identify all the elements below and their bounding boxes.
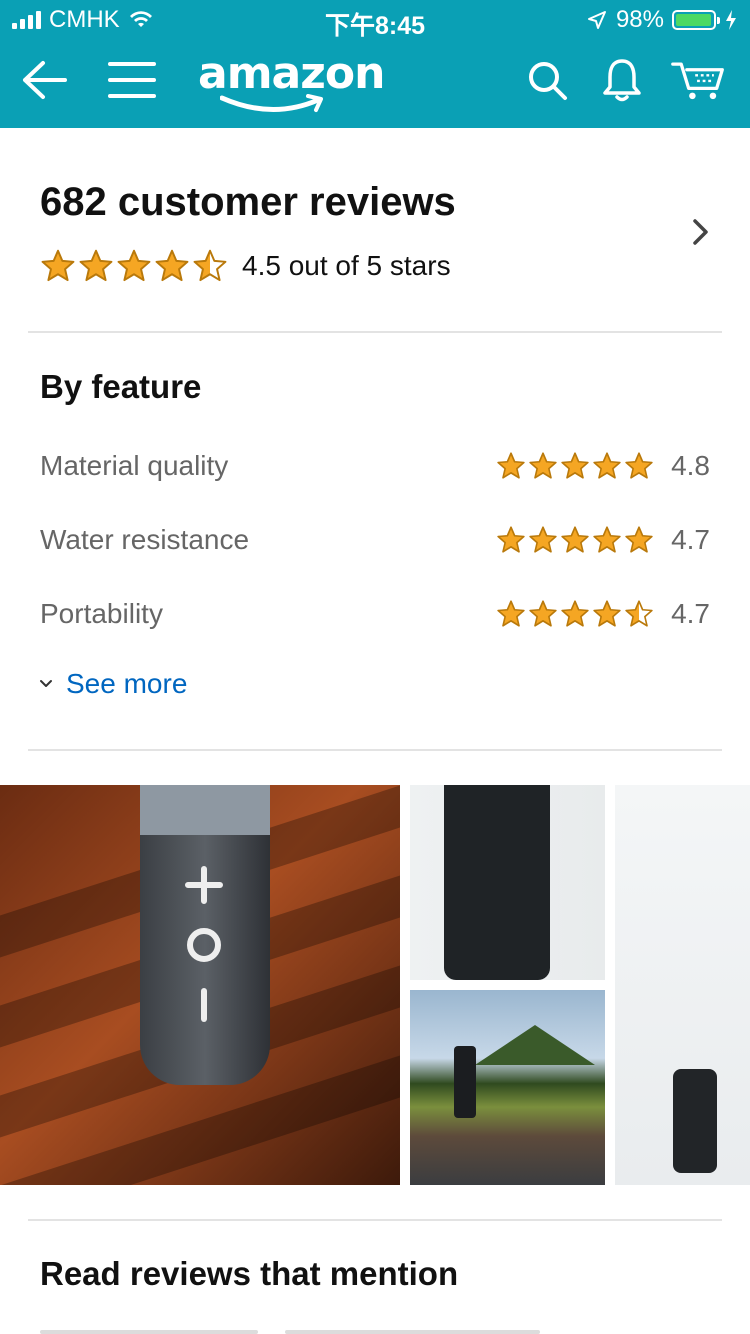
feature-value: 4.7 <box>671 524 710 555</box>
star-full-icon <box>625 526 653 553</box>
rating-text: 4.5 out of 5 stars <box>242 250 451 281</box>
feature-stars <box>496 525 654 555</box>
amazon-logo[interactable]: amazon <box>198 48 385 118</box>
speaker-fabric <box>444 785 550 980</box>
star-half-icon <box>625 600 653 627</box>
feature-row: Water resistance 4.7 <box>40 520 710 560</box>
star-full-icon <box>593 600 621 627</box>
charging-bolt-icon <box>726 10 736 30</box>
feature-rating: 4.8 <box>496 450 710 482</box>
feature-stars <box>496 599 654 629</box>
customer-image-wall[interactable] <box>615 785 750 1185</box>
star-full-icon <box>41 249 75 282</box>
speaker-on-wall <box>673 1069 717 1173</box>
star-half-icon <box>193 249 227 282</box>
see-more-link[interactable]: See more <box>38 668 187 700</box>
minus-icon <box>201 988 207 1022</box>
star-full-icon <box>561 526 589 553</box>
mountain-shape <box>475 1025 595 1065</box>
see-more-label: See more <box>66 668 188 699</box>
star-full-icon <box>117 249 151 282</box>
feature-rating: 4.7 <box>496 598 710 630</box>
logo-text: amazon <box>198 48 385 99</box>
mention-chip[interactable] <box>285 1330 540 1334</box>
read-reviews-title: Read reviews that mention <box>40 1255 459 1292</box>
star-full-icon <box>529 452 557 479</box>
notifications-button[interactable] <box>594 52 650 108</box>
power-ring-icon <box>187 928 221 962</box>
top-bar: CMHK 下午8:45 98% amazon <box>0 0 750 128</box>
divider <box>28 331 722 333</box>
feature-stars <box>496 451 654 481</box>
feature-row: Portability 4.7 <box>40 594 710 634</box>
bell-icon <box>603 59 641 102</box>
location-arrow-icon <box>587 11 606 29</box>
mention-chip[interactable] <box>40 1330 258 1334</box>
back-arrow-icon <box>23 61 67 99</box>
search-icon <box>529 62 567 100</box>
feature-rating: 4.7 <box>496 524 710 556</box>
overall-stars <box>40 248 228 284</box>
reviews-count-title: 682 customer reviews <box>40 180 456 224</box>
star-full-icon <box>497 600 525 627</box>
feature-label: Material quality <box>40 450 229 481</box>
speaker-illustration <box>140 785 270 1085</box>
divider <box>28 749 722 751</box>
smile-icon <box>220 94 323 113</box>
chevron-down-icon <box>40 680 52 687</box>
star-full-icon <box>593 526 621 553</box>
status-right: 98% <box>586 6 738 34</box>
star-full-icon <box>79 249 113 282</box>
star-full-icon <box>561 452 589 479</box>
star-full-icon <box>497 526 525 553</box>
customer-image-closeup[interactable] <box>410 785 605 980</box>
feature-row: Material quality 4.8 <box>40 446 710 486</box>
star-full-icon <box>529 526 557 553</box>
customer-image-outdoors[interactable] <box>410 990 605 1185</box>
battery-fill <box>676 14 712 26</box>
star-full-icon <box>593 452 621 479</box>
star-full-icon <box>561 600 589 627</box>
by-feature-title: By feature <box>40 368 202 405</box>
feature-value: 4.8 <box>671 450 710 481</box>
star-full-icon <box>497 452 525 479</box>
chevron-right-icon <box>693 219 708 245</box>
speaker-cap <box>140 785 270 835</box>
star-full-icon <box>625 452 653 479</box>
feature-label: Portability <box>40 598 163 629</box>
reviews-summary[interactable]: 682 customer reviews 4.5 out of 5 stars <box>0 130 750 330</box>
menu-button[interactable] <box>104 52 160 108</box>
star-full-icon <box>529 600 557 627</box>
divider <box>28 1219 722 1221</box>
menu-icon <box>108 62 156 98</box>
speaker-small <box>454 1046 476 1118</box>
status-bar: CMHK 下午8:45 98% <box>0 0 750 42</box>
overall-rating: 4.5 out of 5 stars <box>40 248 451 284</box>
feature-value: 4.7 <box>671 598 710 629</box>
cart-icon <box>671 62 724 100</box>
feature-label: Water resistance <box>40 524 250 555</box>
nav-row: amazon <box>0 42 750 128</box>
plus-icon <box>185 866 223 904</box>
battery-percent: 98% <box>615 6 664 33</box>
search-button[interactable] <box>519 52 575 108</box>
battery-icon <box>672 10 720 30</box>
cart-button[interactable] <box>670 52 726 108</box>
back-button[interactable] <box>17 52 73 108</box>
customer-image-main[interactable] <box>0 785 400 1185</box>
star-full-icon <box>155 249 189 282</box>
